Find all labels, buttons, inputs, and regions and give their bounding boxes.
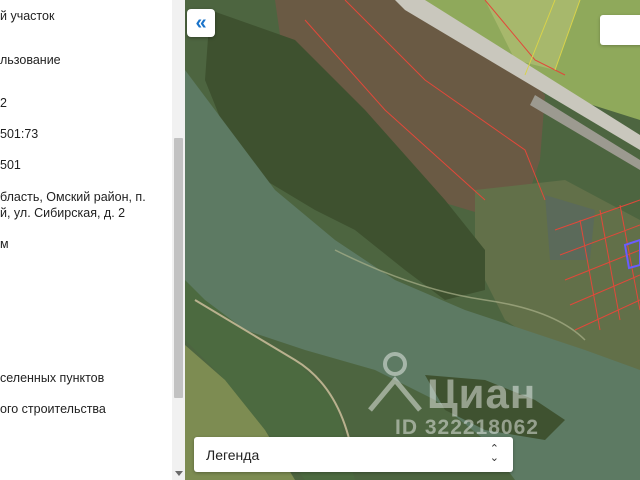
permitted-use-text: ого строительства [0, 402, 106, 416]
collapse-panel-button[interactable]: « [187, 9, 215, 37]
panel-scrollbar[interactable] [172, 0, 185, 480]
address-line-1: бласть, Омский район, п. [0, 190, 146, 204]
land-category-text: селенных пунктов [0, 371, 105, 385]
cadastral-number-text: 501:73 [0, 127, 39, 141]
usage-text: льзование [0, 53, 61, 67]
area-unit-text: м [0, 237, 9, 251]
legend-label: Легенда [206, 447, 260, 463]
info-panel: й участок льзование 2 501:73 501 бласть,… [0, 0, 185, 480]
satellite-map[interactable]: « Циан ID 322218062 Легенда ⌃ ⌄ [185, 0, 640, 480]
value-text: 2 [0, 96, 7, 110]
scroll-down-arrow-icon[interactable] [175, 471, 183, 476]
scrollbar-thumb[interactable] [174, 138, 183, 398]
property-type-text: й участок [0, 9, 55, 23]
location-pin-icon [368, 352, 422, 412]
cadastral-quarter-text: 501 [0, 158, 21, 172]
chevron-updown-icon: ⌃ ⌄ [489, 443, 499, 464]
watermark: Циан ID 322218062 [355, 340, 595, 450]
legend-dropdown[interactable]: Легенда ⌃ ⌄ [194, 437, 513, 472]
watermark-brand: Циан [427, 370, 537, 417]
address-line-2: й, ул. Сибирская, д. 2 [0, 206, 126, 220]
map-search-box[interactable] [600, 15, 640, 45]
